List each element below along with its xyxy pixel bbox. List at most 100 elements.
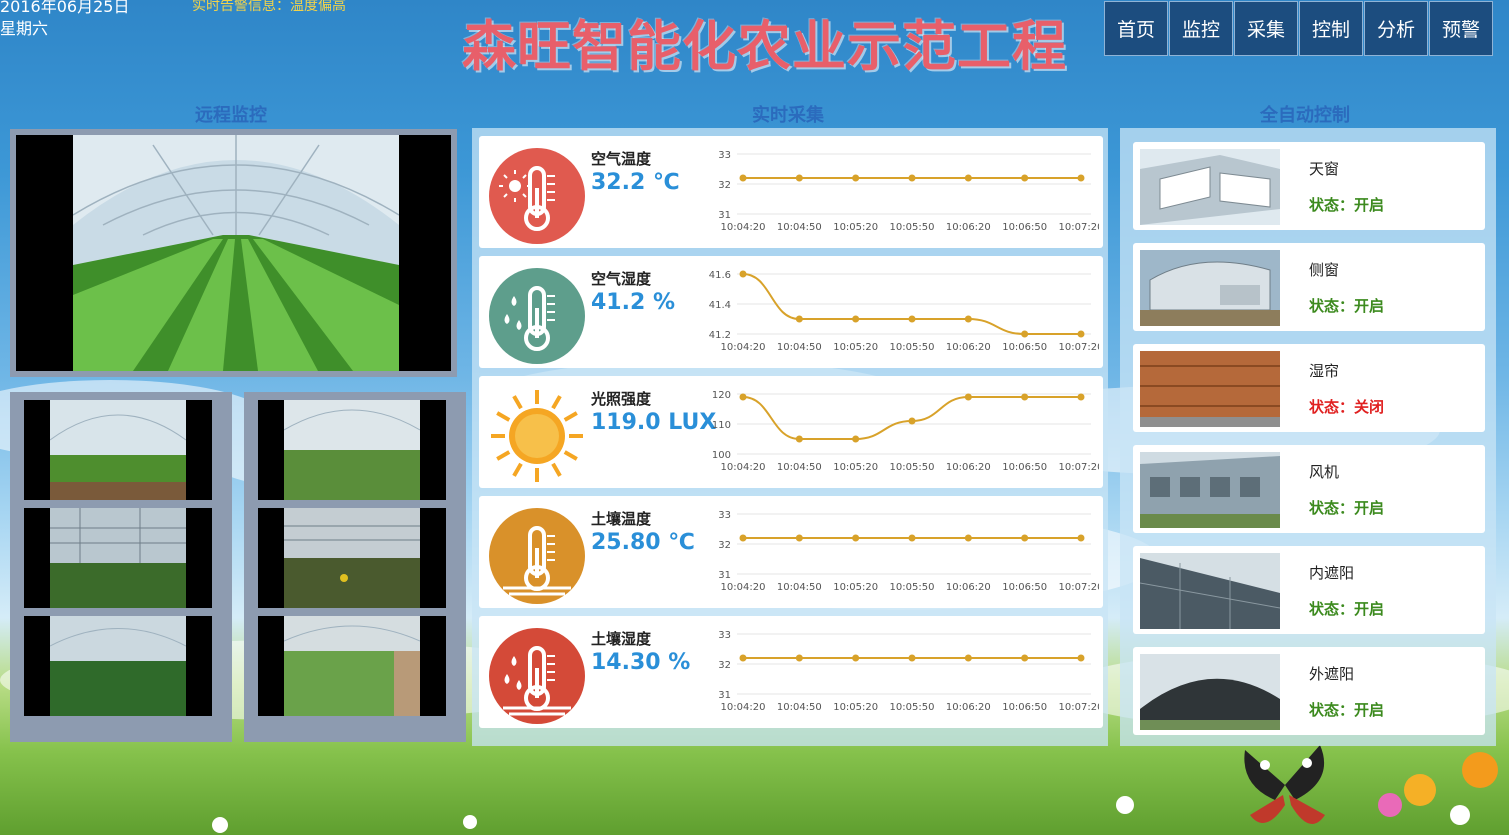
device-photo — [1140, 351, 1280, 427]
data-point[interactable] — [1077, 534, 1085, 542]
data-point[interactable] — [964, 393, 972, 401]
data-point[interactable] — [964, 315, 972, 323]
data-point[interactable] — [852, 654, 860, 662]
data-point[interactable] — [908, 654, 916, 662]
x-tick-label: 10:04:50 — [777, 222, 822, 233]
device-photo — [1140, 250, 1280, 326]
device-status[interactable]: 状态：开启 — [1309, 497, 1384, 518]
device-status[interactable]: 状态：开启 — [1309, 194, 1384, 215]
butterfly-decoration — [1244, 745, 1325, 824]
nav-home[interactable]: 首页 — [1104, 1, 1168, 56]
nav-collect[interactable]: 采集 — [1234, 1, 1298, 56]
device-status[interactable]: 状态：开启 — [1309, 598, 1384, 619]
camera-view[interactable] — [258, 616, 446, 716]
sensor-label: 土壤湿度 — [591, 630, 652, 648]
nav-monitor[interactable]: 监控 — [1169, 1, 1233, 56]
data-point[interactable] — [739, 393, 747, 401]
sensor-value: 25.80 ℃ — [591, 530, 695, 555]
sun-icon — [491, 390, 583, 482]
x-tick-label: 10:05:50 — [890, 462, 935, 473]
data-point[interactable] — [1021, 393, 1029, 401]
device-photo — [1140, 553, 1280, 629]
sensor-trend-chart: 33 32 3110:04:20 10:04:50 10:05:20 10:05:50 10… — [718, 150, 1099, 233]
data-point[interactable] — [852, 534, 860, 542]
camera-view[interactable] — [258, 508, 446, 608]
camera-view[interactable] — [24, 400, 212, 500]
sensor-panel: 空气温度 32.2 ℃ 33 32 31 10:04:20 10:04:50 10:05:… — [472, 128, 1108, 746]
y-tick-label: 120 — [712, 390, 731, 401]
data-point[interactable] — [795, 174, 803, 182]
sensor-card: 土壤温度 25.80 ℃ 33 32 31 10:04:20 10:04:50 10:05… — [479, 496, 1103, 608]
y-tick-label: 32 — [718, 540, 731, 551]
x-tick-label: 10:06:20 — [946, 582, 991, 593]
x-tick-label: 10:04:20 — [721, 222, 766, 233]
x-tick-label: 10:06:50 — [1002, 582, 1047, 593]
data-point[interactable] — [739, 654, 747, 662]
camera-view[interactable] — [24, 508, 212, 608]
data-point[interactable] — [1077, 654, 1085, 662]
data-point[interactable] — [739, 174, 747, 182]
sensor-card: 空气温度 32.2 ℃ 33 32 31 10:04:20 10:04:50 10:05:… — [479, 136, 1103, 248]
nav-alarm[interactable]: 预警 — [1429, 1, 1493, 56]
x-tick-label: 10:07:20 — [1059, 222, 1099, 233]
nav-analysis[interactable]: 分析 — [1364, 1, 1428, 56]
y-tick-label: 33 — [718, 510, 731, 521]
sensor-value: 14.30 % — [591, 650, 691, 675]
data-point[interactable] — [795, 315, 803, 323]
data-point[interactable] — [795, 654, 803, 662]
main-camera-view[interactable] — [10, 129, 457, 377]
sensor-label: 空气温度 — [591, 150, 652, 168]
device-card[interactable]: 风机 状态：开启 — [1133, 445, 1485, 533]
data-point[interactable] — [852, 174, 860, 182]
device-name: 风机 — [1309, 463, 1340, 481]
y-tick-label: 32 — [718, 660, 731, 671]
data-point[interactable] — [1077, 174, 1085, 182]
x-tick-label: 10:05:50 — [890, 582, 935, 593]
data-point[interactable] — [795, 534, 803, 542]
sensor-label: 土壤温度 — [591, 510, 652, 528]
device-card[interactable]: 侧窗 状态：开启 — [1133, 243, 1485, 331]
greenhouse-photo — [50, 508, 186, 608]
data-point[interactable] — [1021, 534, 1029, 542]
x-tick-label: 10:06:20 — [946, 462, 991, 473]
thermometer-soil-drops-icon — [489, 628, 585, 724]
x-tick-label: 10:06:20 — [946, 702, 991, 713]
x-tick-label: 10:07:20 — [1059, 462, 1099, 473]
x-tick-label: 10:07:20 — [1059, 342, 1099, 353]
data-point[interactable] — [964, 534, 972, 542]
x-tick-label: 10:05:50 — [890, 342, 935, 353]
nav-control[interactable]: 控制 — [1299, 1, 1363, 56]
camera-view[interactable] — [258, 400, 446, 500]
data-point[interactable] — [908, 174, 916, 182]
data-point[interactable] — [908, 315, 916, 323]
device-name: 内遮阳 — [1309, 564, 1355, 582]
sensor-trend-chart: 33 32 3110:04:20 10:04:50 10:05:20 10:05:50 10… — [718, 630, 1099, 713]
data-point[interactable] — [1021, 654, 1029, 662]
sensor-card: 空气湿度 41.2 % 41.6 41.4 41.2 10:04:20 10:04:50… — [479, 256, 1103, 368]
data-point[interactable] — [1021, 174, 1029, 182]
device-status[interactable]: 状态：开启 — [1309, 699, 1384, 720]
data-point[interactable] — [852, 435, 860, 443]
x-tick-label: 10:04:20 — [721, 462, 766, 473]
data-point[interactable] — [964, 654, 972, 662]
data-point[interactable] — [964, 174, 972, 182]
device-card[interactable]: 内遮阳 状态：开启 — [1133, 546, 1485, 634]
data-point[interactable] — [1077, 393, 1085, 401]
camera-view[interactable] — [24, 616, 212, 716]
data-point[interactable] — [852, 315, 860, 323]
device-card[interactable]: 天窗 状态：开启 — [1133, 142, 1485, 230]
device-status[interactable]: 状态：开启 — [1309, 295, 1384, 316]
device-panel: 天窗 状态：开启 侧窗 状态：开启 湿帘 状态：关闭 风机 状态：开启 内遮阳 … — [1120, 128, 1496, 746]
data-point[interactable] — [1077, 330, 1085, 338]
device-photo — [1140, 654, 1280, 730]
device-status[interactable]: 状态：关闭 — [1309, 396, 1384, 417]
y-tick-label: 41.2 — [709, 330, 731, 341]
data-point[interactable] — [739, 270, 747, 278]
device-card[interactable]: 外遮阳 状态：开启 — [1133, 647, 1485, 735]
device-card[interactable]: 湿帘 状态：关闭 — [1133, 344, 1485, 432]
data-point[interactable] — [739, 534, 747, 542]
data-point[interactable] — [795, 435, 803, 443]
data-point[interactable] — [908, 534, 916, 542]
data-point[interactable] — [908, 417, 916, 425]
data-point[interactable] — [1021, 330, 1029, 338]
